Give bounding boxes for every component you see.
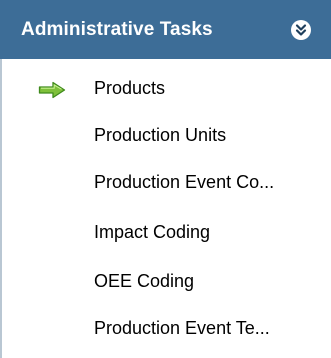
double-chevron-down-icon [295,24,307,36]
task-item-label: OEE Coding [94,271,195,291]
panel-title: Administrative Tasks [21,19,213,40]
task-item-label: Production Event Co... [94,172,275,192]
task-item-products[interactable]: Products [2,69,331,109]
task-item-production-event-codes[interactable]: Production Event Co... [2,163,331,203]
administrative-tasks-panel: Administrative Tasks Products Production… [0,0,331,358]
task-item-production-event-templates[interactable]: Production Event Te... [2,309,331,349]
right-arrow-icon [38,81,66,99]
task-item-label: Products [94,78,166,98]
task-item-oee-coding[interactable]: OEE Coding [2,262,331,302]
task-item-label: Impact Coding [94,222,211,242]
task-item-label: Production Event Te... [94,318,270,338]
task-item-label: Production Units [94,125,227,145]
task-item-production-units[interactable]: Production Units [2,116,331,156]
panel-header: Administrative Tasks [0,0,331,59]
collapse-button[interactable] [291,20,311,40]
task-item-impact-coding[interactable]: Impact Coding [2,213,331,253]
